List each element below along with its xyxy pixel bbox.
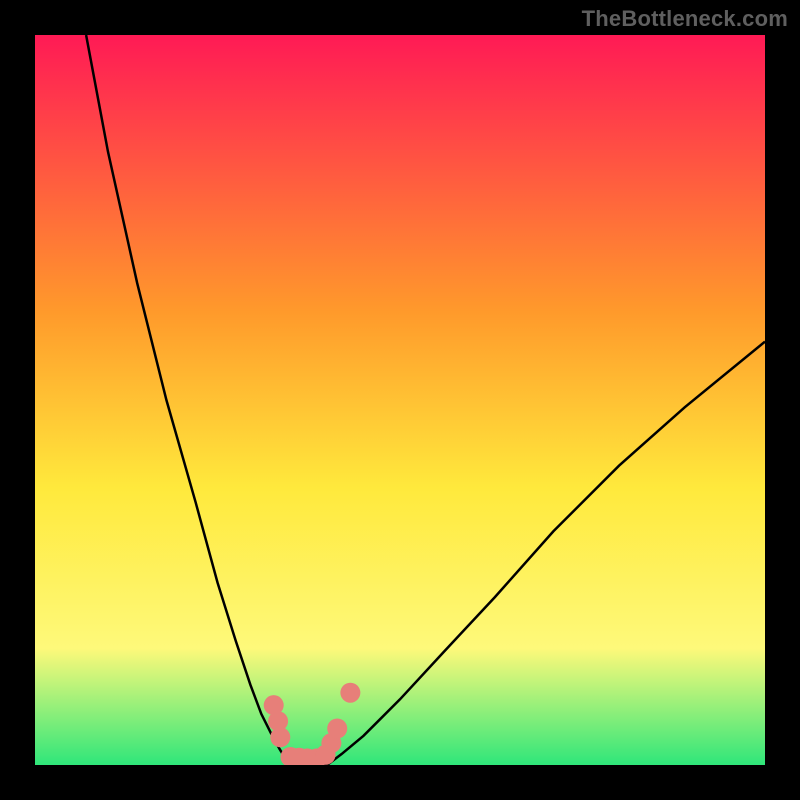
chart-frame: TheBottleneck.com xyxy=(0,0,800,800)
data-marker xyxy=(327,719,347,739)
data-marker xyxy=(270,727,290,747)
plot-area xyxy=(35,35,765,765)
watermark-text: TheBottleneck.com xyxy=(582,6,788,32)
gradient-background xyxy=(35,35,765,765)
plot-svg xyxy=(35,35,765,765)
data-marker xyxy=(340,683,360,703)
